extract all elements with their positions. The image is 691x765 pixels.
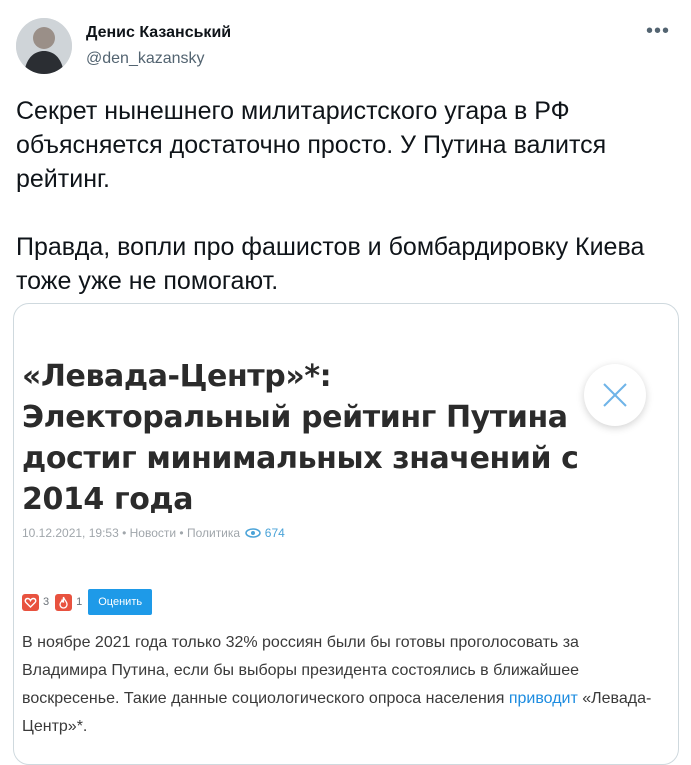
author-name[interactable]: Денис Казанський: [86, 24, 231, 42]
tweet-header: Денис Казанський @den_kazansky •••: [16, 18, 676, 76]
more-horizontal-icon[interactable]: •••: [644, 20, 672, 48]
close-button[interactable]: [584, 364, 646, 426]
article-text: В ноябре 2021 года только 32% россиян бы…: [22, 629, 662, 741]
author-handle[interactable]: @den_kazansky: [86, 50, 205, 68]
rate-button[interactable]: Оценить: [88, 589, 153, 615]
card-meta-text: 10.12.2021, 19:53 • Новости • Политика: [22, 526, 241, 540]
heart-count: 3: [43, 596, 50, 608]
avatar[interactable]: [16, 18, 72, 74]
article-body: В ноябре 2021 года только 32% россиян бы…: [22, 634, 580, 707]
fire-count: 1: [76, 596, 83, 608]
close-icon: [603, 383, 627, 407]
heart-icon[interactable]: [22, 593, 39, 611]
views-count: 674: [264, 526, 285, 540]
card-meta: 10.12.2021, 19:53 • Новости • Политика 6…: [22, 526, 285, 541]
link-card[interactable]: «Левада-Центр»*: Электоральный рейтинг П…: [13, 303, 679, 765]
fire-icon[interactable]: [55, 593, 73, 611]
tweet-text: Секрет нынешнего милитаристского угара в…: [16, 97, 645, 295]
article-link[interactable]: приводит: [509, 690, 578, 707]
eye-icon: [245, 527, 262, 541]
reactions-bar: 3 1 Оценить: [22, 589, 153, 615]
card-headline: «Левада-Центр»*: Электоральный рейтинг П…: [22, 359, 579, 517]
